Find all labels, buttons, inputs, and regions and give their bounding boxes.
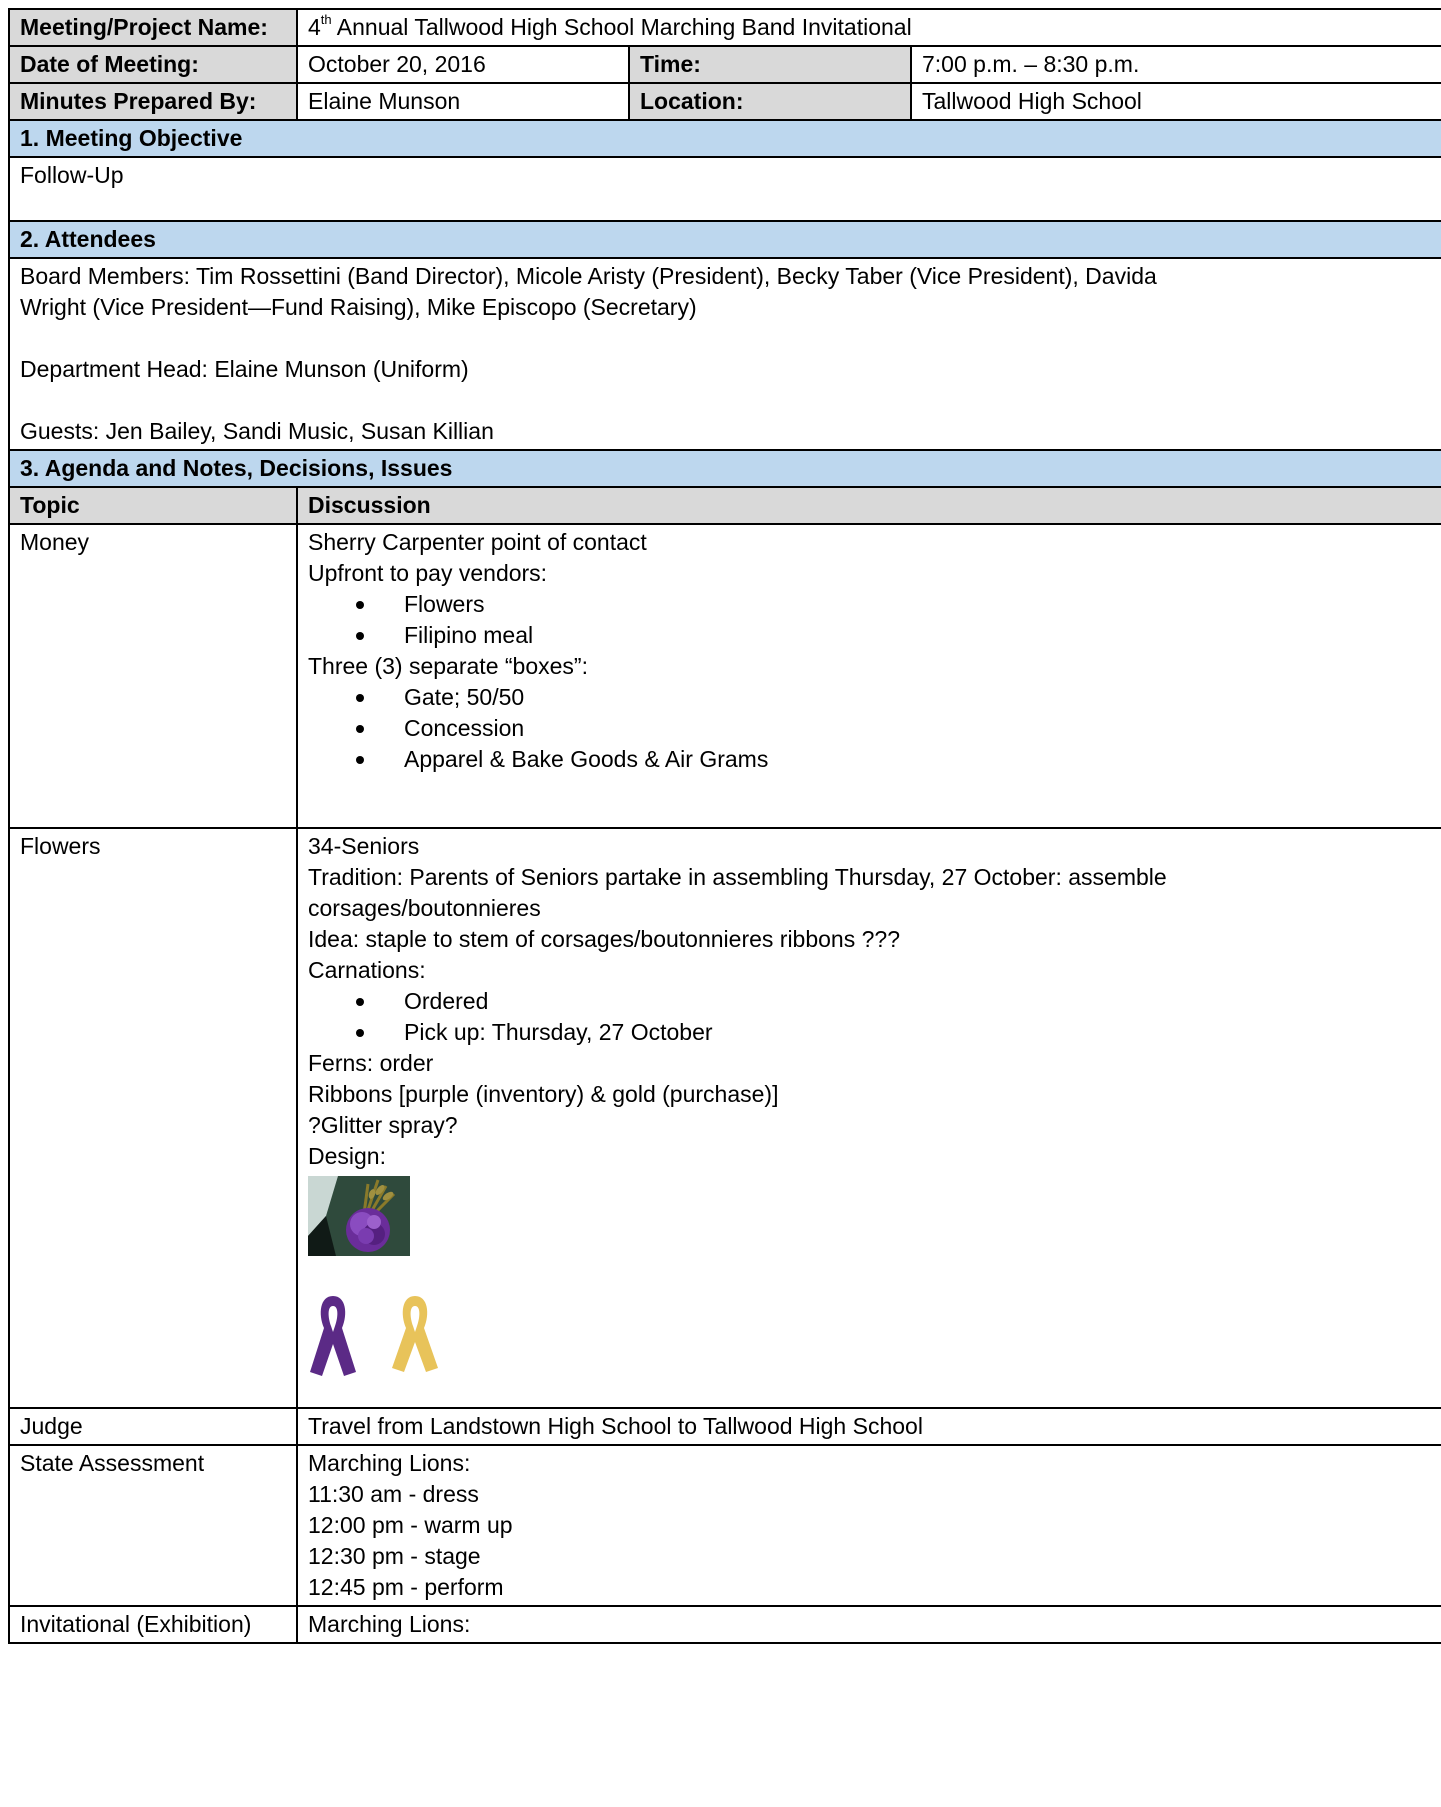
time-label: Time: bbox=[628, 45, 912, 84]
flowers-discussion: 34-Seniors Tradition: Parents of Seniors… bbox=[295, 827, 1441, 1409]
prepared-location-row: Minutes Prepared By: Elaine Munson Locat… bbox=[8, 82, 1441, 121]
meeting-minutes-table: Meeting/Project Name: 4th Annual Tallwoo… bbox=[7, 8, 1441, 1644]
state-line-3: 12:00 pm - warm up bbox=[308, 1512, 513, 1538]
state-line-5: 12:45 pm - perform bbox=[308, 1574, 504, 1600]
flowers-line-9: Design: bbox=[308, 1143, 386, 1169]
list-item: Pick up: Thursday, 27 October bbox=[338, 1017, 1432, 1048]
invitational-row: Invitational (Exhibition) Marching Lions… bbox=[8, 1605, 1441, 1644]
objective-heading-row: 1. Meeting Objective bbox=[7, 119, 1441, 158]
board-members-line-1: Board Members: Tim Rossettini (Band Dire… bbox=[20, 263, 1157, 289]
money-row: Money Sherry Carpenter point of contact … bbox=[8, 523, 1441, 829]
state-topic: State Assessment bbox=[8, 1444, 298, 1607]
agenda-heading: 3. Agenda and Notes, Decisions, Issues bbox=[7, 449, 1441, 488]
flowers-line-1: 34-Seniors bbox=[308, 833, 420, 859]
purple-ribbon-icon bbox=[308, 1292, 358, 1378]
money-vendor-list: Flowers Filipino meal bbox=[308, 589, 1432, 651]
flowers-line-5: Carnations: bbox=[308, 957, 426, 983]
money-line-1: Sherry Carpenter point of contact bbox=[308, 529, 647, 555]
judge-topic: Judge bbox=[8, 1407, 298, 1446]
gold-ribbon-icon bbox=[390, 1292, 440, 1378]
prepared-by-value: Elaine Munson bbox=[296, 82, 630, 121]
attendees-row: Board Members: Tim Rossettini (Band Dire… bbox=[7, 257, 1441, 451]
flowers-row: Flowers 34-Seniors Tradition: Parents of… bbox=[8, 827, 1441, 1409]
time-value: 7:00 p.m. – 8:30 p.m. bbox=[909, 45, 1441, 84]
location-value: Tallwood High School bbox=[909, 82, 1441, 121]
prepared-by-label: Minutes Prepared By: bbox=[8, 82, 298, 121]
state-line-4: 12:30 pm - stage bbox=[308, 1543, 481, 1569]
project-row: Meeting/Project Name: 4th Annual Tallwoo… bbox=[8, 8, 1441, 47]
project-ordinal-suffix: th bbox=[320, 12, 332, 28]
list-item: Apparel & Bake Goods & Air Grams bbox=[338, 744, 1432, 775]
objective-row: Follow-Up bbox=[7, 156, 1441, 222]
flowers-line-7: Ribbons [purple (inventory) & gold (purc… bbox=[308, 1081, 779, 1107]
topic-header: Topic bbox=[8, 486, 298, 525]
location-label: Location: bbox=[628, 82, 912, 121]
list-item: Ordered bbox=[338, 986, 1432, 1017]
ribbon-designs bbox=[308, 1292, 1432, 1378]
judge-row: Judge Travel from Landstown High School … bbox=[8, 1407, 1441, 1446]
flowers-topic: Flowers bbox=[8, 827, 298, 1409]
money-line-2: Upfront to pay vendors: bbox=[308, 560, 548, 586]
department-head: Department Head: Elaine Munson (Uniform) bbox=[20, 356, 469, 382]
state-row: State Assessment Marching Lions: 11:30 a… bbox=[8, 1444, 1441, 1607]
list-item: Concession bbox=[338, 713, 1432, 744]
project-name: 4th Annual Tallwood High School Marching… bbox=[295, 8, 1441, 47]
money-topic: Money bbox=[8, 523, 298, 829]
guests: Guests: Jen Bailey, Sandi Music, Susan K… bbox=[20, 418, 494, 444]
project-title: Annual Tallwood High School Marching Ban… bbox=[336, 14, 912, 40]
judge-line-1: Travel from Landstown High School to Tal… bbox=[308, 1413, 923, 1439]
invitational-discussion: Marching Lions: bbox=[295, 1605, 1441, 1644]
attendees-cell: Board Members: Tim Rossettini (Band Dire… bbox=[7, 257, 1441, 451]
project-label: Meeting/Project Name: bbox=[8, 8, 298, 47]
objective-cell: Follow-Up bbox=[7, 156, 1441, 222]
carnation-photo bbox=[308, 1176, 410, 1256]
date-time-row: Date of Meeting: October 20, 2016 Time: … bbox=[8, 45, 1441, 84]
date-label: Date of Meeting: bbox=[8, 45, 298, 84]
attendees-heading-row: 2. Attendees bbox=[7, 220, 1441, 259]
objective-text: Follow-Up bbox=[20, 162, 124, 188]
carnations-list: Ordered Pick up: Thursday, 27 October bbox=[308, 986, 1432, 1048]
money-boxes-list: Gate; 50/50 Concession Apparel & Bake Go… bbox=[308, 682, 1432, 775]
list-item: Filipino meal bbox=[338, 620, 1432, 651]
invitational-line-1: Marching Lions: bbox=[308, 1611, 471, 1637]
flowers-line-6: Ferns: order bbox=[308, 1050, 434, 1076]
invitational-topic: Invitational (Exhibition) bbox=[8, 1605, 298, 1644]
state-discussion: Marching Lions: 11:30 am - dress 12:00 p… bbox=[295, 1444, 1441, 1607]
board-members-line-2: Wright (Vice President—Fund Raising), Mi… bbox=[20, 294, 697, 320]
list-item: Flowers bbox=[338, 589, 1432, 620]
flowers-line-2: Tradition: Parents of Seniors partake in… bbox=[308, 864, 1167, 890]
flowers-line-8: ?Glitter spray? bbox=[308, 1112, 458, 1138]
list-item: Gate; 50/50 bbox=[338, 682, 1432, 713]
state-line-2: 11:30 am - dress bbox=[308, 1481, 479, 1507]
flowers-line-3: corsages/boutonnieres bbox=[308, 895, 541, 921]
state-line-1: Marching Lions: bbox=[308, 1450, 471, 1476]
agenda-heading-row: 3. Agenda and Notes, Decisions, Issues bbox=[7, 449, 1441, 488]
project-ordinal: 4 bbox=[308, 14, 321, 40]
attendees-heading: 2. Attendees bbox=[7, 220, 1441, 259]
judge-discussion: Travel from Landstown High School to Tal… bbox=[295, 1407, 1441, 1446]
money-line-3: Three (3) separate “boxes”: bbox=[308, 653, 588, 679]
flowers-line-4: Idea: staple to stem of corsages/boutonn… bbox=[308, 926, 900, 952]
objective-heading: 1. Meeting Objective bbox=[7, 119, 1441, 158]
discussion-header: Discussion bbox=[295, 486, 1441, 525]
money-discussion: Sherry Carpenter point of contact Upfron… bbox=[295, 523, 1441, 829]
date-value: October 20, 2016 bbox=[296, 45, 630, 84]
agenda-columns-row: Topic Discussion bbox=[8, 486, 1441, 525]
